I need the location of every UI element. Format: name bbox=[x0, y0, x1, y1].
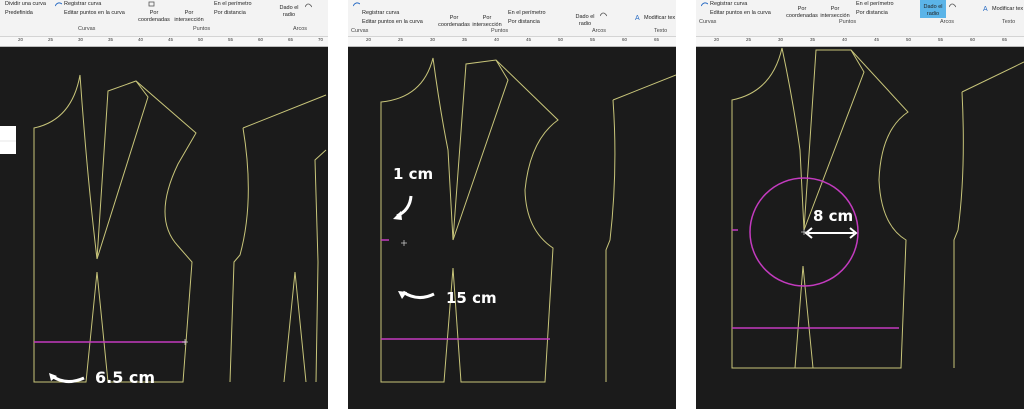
pattern-outline bbox=[380, 57, 676, 383]
screenshot-panel-1: Dividir una curva Predefinida Registrar … bbox=[0, 0, 328, 409]
side-panel-widget bbox=[0, 126, 16, 154]
measurement-label: 6.5 cm bbox=[95, 368, 156, 387]
screenshot-panel-2: Registrar curva Editar puntos en la curv… bbox=[348, 0, 676, 409]
measurement-label: 1 cm bbox=[393, 165, 434, 183]
measurement-label: 8 cm bbox=[813, 207, 854, 225]
pattern-outline bbox=[731, 47, 1024, 369]
pattern-outline bbox=[33, 74, 327, 383]
pattern-canvas[interactable] bbox=[348, 0, 676, 409]
arrow-curved-icon bbox=[51, 374, 85, 383]
pattern-canvas[interactable] bbox=[696, 0, 1024, 409]
cursor-cross-icon bbox=[401, 240, 407, 246]
pattern-canvas[interactable] bbox=[0, 0, 328, 409]
screenshot-panel-3: Registrar curva Editar puntos en la curv… bbox=[696, 0, 1024, 409]
arrow-curved-icon bbox=[402, 290, 435, 299]
radius-arrow-icon bbox=[804, 227, 858, 239]
measurement-label: 15 cm bbox=[446, 289, 497, 307]
cursor-cross-icon bbox=[182, 339, 188, 345]
